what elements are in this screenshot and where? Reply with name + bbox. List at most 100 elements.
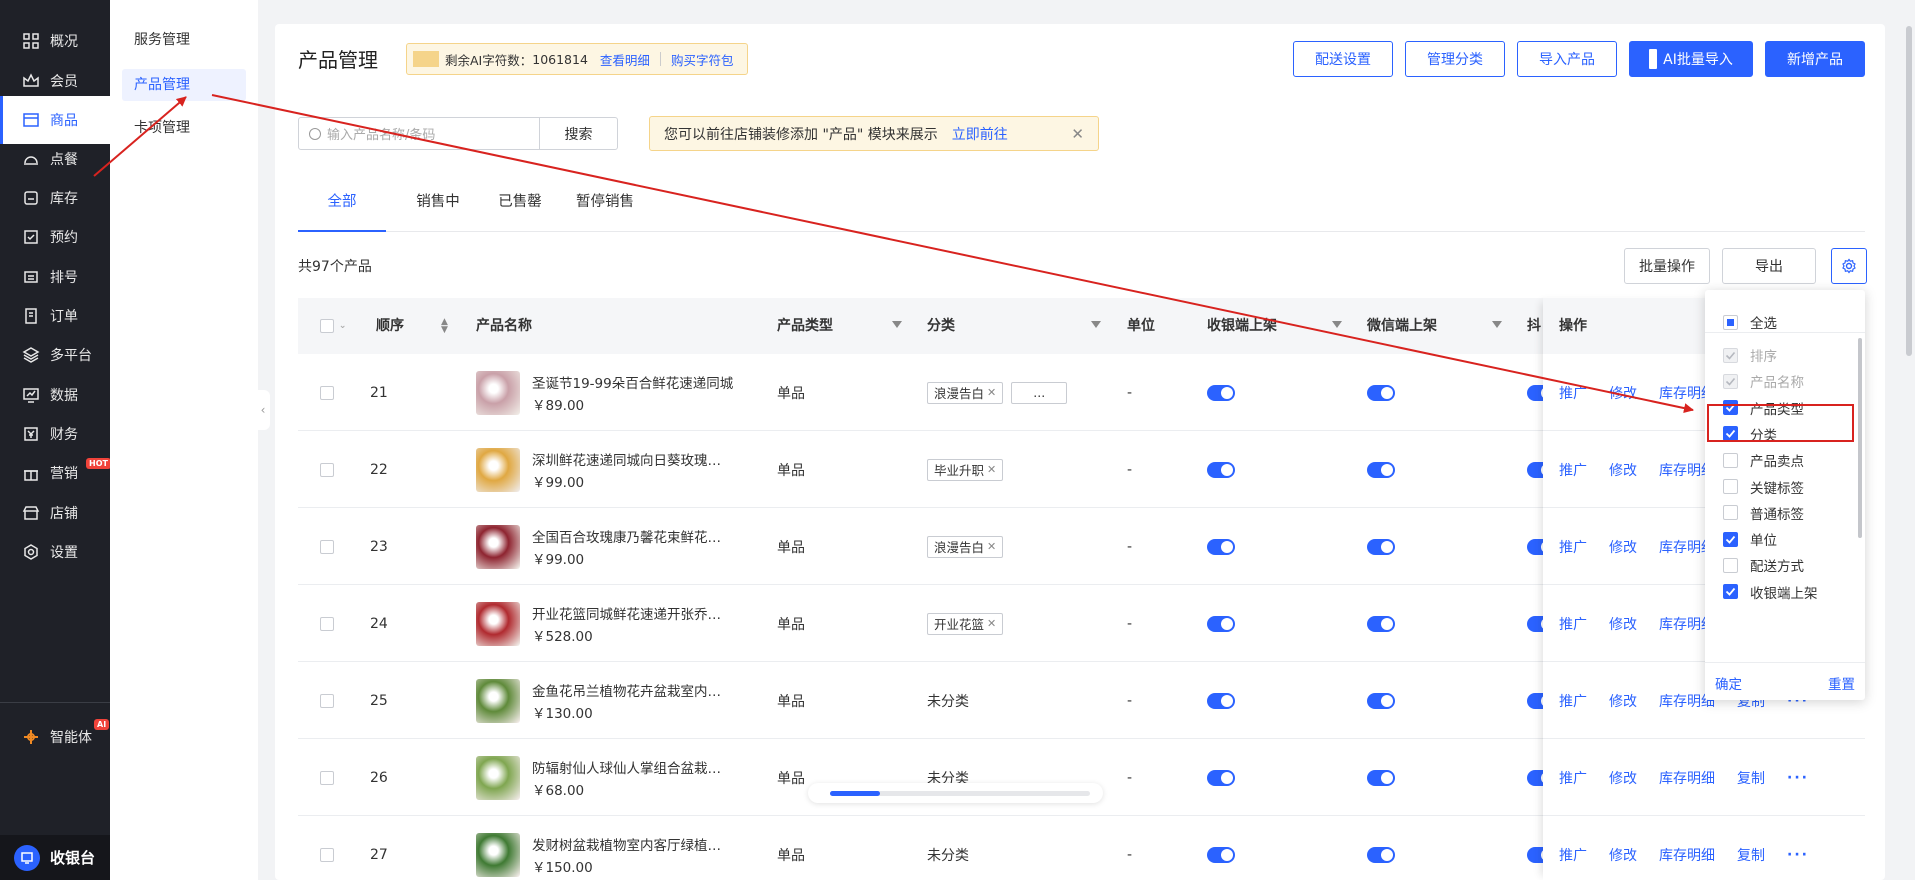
edit-link[interactable]: 修改 — [1609, 768, 1637, 788]
row-checkbox[interactable] — [320, 462, 334, 477]
column-option-checkbox[interactable] — [1723, 479, 1738, 494]
promote-link[interactable]: 推广 — [1559, 768, 1587, 788]
column-settings-button[interactable] — [1831, 248, 1867, 284]
product-thumbnail[interactable] — [476, 524, 520, 569]
close-icon[interactable]: ✕ — [1071, 125, 1084, 143]
wechat-listed-toggle[interactable] — [1367, 384, 1395, 401]
pos-listed-toggle[interactable] — [1207, 461, 1235, 478]
column-option-checkbox[interactable] — [1723, 505, 1738, 521]
add-product-button[interactable]: 新增产品 — [1765, 41, 1865, 77]
promote-link[interactable]: 推广 — [1559, 614, 1587, 634]
product-name[interactable]: 开业花篮同城鲜花速递开张乔… — [532, 603, 721, 623]
copy-link[interactable]: 复制 — [1737, 845, 1765, 865]
chevron-down-icon[interactable]: ⌄ — [339, 321, 347, 331]
row-checkbox[interactable] — [320, 770, 334, 785]
cashier-button[interactable]: 收银台 — [0, 835, 110, 880]
column-option[interactable]: 产品卖点 — [1723, 449, 1804, 471]
product-name[interactable]: 发财树盆栽植物室内客厅绿植… — [532, 834, 721, 854]
edit-link[interactable]: 修改 — [1609, 383, 1637, 403]
edit-link[interactable]: 修改 — [1609, 460, 1637, 480]
delivery-settings-button[interactable]: 配送设置 — [1293, 41, 1393, 77]
collapse-subnav-handle[interactable]: ‹ — [256, 390, 270, 430]
edit-link[interactable]: 修改 — [1609, 614, 1637, 634]
wechat-listed-toggle[interactable] — [1367, 769, 1395, 786]
nav-item-13[interactable]: 设置 — [0, 528, 110, 576]
tab-paused[interactable]: 暂停销售 — [568, 182, 642, 232]
search-button[interactable]: 搜索 — [539, 117, 618, 150]
view-detail-link[interactable]: 查看明细 — [600, 50, 650, 69]
wechat-listed-toggle[interactable] — [1367, 615, 1395, 632]
product-thumbnail[interactable] — [476, 755, 520, 800]
stock-detail-link[interactable]: 库存明细 — [1659, 768, 1715, 788]
column-option[interactable]: 单位 — [1723, 528, 1777, 550]
column-option[interactable]: 普通标签 — [1723, 502, 1804, 524]
edit-link[interactable]: 修改 — [1609, 537, 1637, 557]
batch-operation-button[interactable]: 批量操作 — [1624, 248, 1710, 284]
tab-all[interactable]: 全部 — [298, 182, 386, 232]
filter-icon[interactable] — [1332, 321, 1342, 328]
scroll-thumb[interactable] — [830, 791, 880, 796]
product-name[interactable]: 防辐射仙人球仙人掌组合盆栽… — [532, 757, 721, 777]
product-thumbnail[interactable] — [476, 370, 520, 415]
pos-listed-toggle[interactable] — [1207, 769, 1235, 786]
stock-detail-link[interactable]: 库存明细 — [1659, 845, 1715, 865]
wechat-listed-toggle[interactable] — [1367, 692, 1395, 709]
wechat-listed-toggle[interactable] — [1367, 538, 1395, 555]
popup-scrollbar[interactable] — [1858, 338, 1862, 538]
select-all-option[interactable]: 全选 — [1723, 311, 1777, 333]
edit-link[interactable]: 修改 — [1609, 691, 1637, 711]
product-thumbnail[interactable] — [476, 678, 520, 723]
column-option-checkbox[interactable] — [1723, 531, 1738, 547]
pos-listed-toggle[interactable] — [1207, 384, 1235, 401]
promote-link[interactable]: 推广 — [1559, 691, 1587, 711]
search-input[interactable]: 输入产品名称/条码 — [298, 117, 540, 150]
pos-listed-toggle[interactable] — [1207, 692, 1235, 709]
copy-link[interactable]: 复制 — [1737, 768, 1765, 788]
product-thumbnail[interactable] — [476, 447, 520, 492]
pos-listed-toggle[interactable] — [1207, 846, 1235, 863]
product-thumbnail[interactable] — [476, 832, 520, 877]
buy-pack-link[interactable]: 购买字符包 — [671, 50, 734, 69]
column-option[interactable]: 收银端上架 — [1723, 581, 1818, 603]
row-checkbox[interactable] — [320, 385, 334, 400]
product-name[interactable]: 全国百合玫瑰康乃馨花束鲜花… — [532, 526, 721, 546]
column-option-checkbox[interactable] — [1723, 452, 1738, 468]
filter-icon[interactable] — [1091, 321, 1101, 328]
pos-listed-toggle[interactable] — [1207, 538, 1235, 555]
column-option[interactable]: 配送方式 — [1723, 554, 1804, 576]
promote-link[interactable]: 推广 — [1559, 383, 1587, 403]
manage-category-button[interactable]: 管理分类 — [1405, 41, 1505, 77]
column-option-checkbox[interactable] — [1723, 584, 1738, 600]
product-name[interactable]: 金鱼花吊兰植物花卉盆栽室内… — [532, 680, 721, 700]
close-icon[interactable]: ✕ — [987, 617, 996, 630]
more-icon[interactable]: ··· — [1787, 847, 1809, 863]
wechat-listed-toggle[interactable] — [1367, 461, 1395, 478]
subnav-item-service[interactable]: 服务管理 — [122, 24, 246, 56]
promote-link[interactable]: 推广 — [1559, 537, 1587, 557]
ai-batch-import-button[interactable]: AI批量导入 — [1629, 41, 1753, 77]
confirm-button[interactable]: 确定 — [1715, 673, 1742, 693]
row-checkbox[interactable] — [320, 847, 334, 862]
tab-on-sale[interactable]: 销售中 — [406, 182, 470, 232]
subnav-item-card[interactable]: 卡项管理 — [122, 112, 246, 144]
product-name[interactable]: 圣诞节19-99朵百合鲜花速递同城 — [532, 372, 733, 392]
edit-link[interactable]: 修改 — [1609, 845, 1637, 865]
column-option-checkbox[interactable] — [1723, 557, 1738, 573]
wechat-listed-toggle[interactable] — [1367, 846, 1395, 863]
close-icon[interactable]: ✕ — [987, 463, 996, 476]
tab-sold-out[interactable]: 已售罄 — [488, 182, 552, 232]
promote-link[interactable]: 推广 — [1559, 845, 1587, 865]
promote-link[interactable]: 推广 — [1559, 460, 1587, 480]
subnav-item-product[interactable]: 产品管理 — [122, 69, 246, 101]
nav-item-agent[interactable]: 智能体 AI — [0, 713, 110, 761]
column-option[interactable]: 关键标签 — [1723, 476, 1804, 498]
filter-icon[interactable] — [1492, 321, 1502, 328]
page-scrollbar[interactable] — [1906, 26, 1912, 356]
row-checkbox[interactable] — [320, 693, 334, 708]
reset-button[interactable]: 重置 — [1828, 673, 1855, 693]
more-icon[interactable]: ··· — [1787, 770, 1809, 786]
product-thumbnail[interactable] — [476, 601, 520, 646]
more-tags-button[interactable]: ... — [1011, 381, 1068, 404]
filter-icon[interactable] — [892, 321, 902, 328]
import-products-button[interactable]: 导入产品 — [1517, 41, 1617, 77]
